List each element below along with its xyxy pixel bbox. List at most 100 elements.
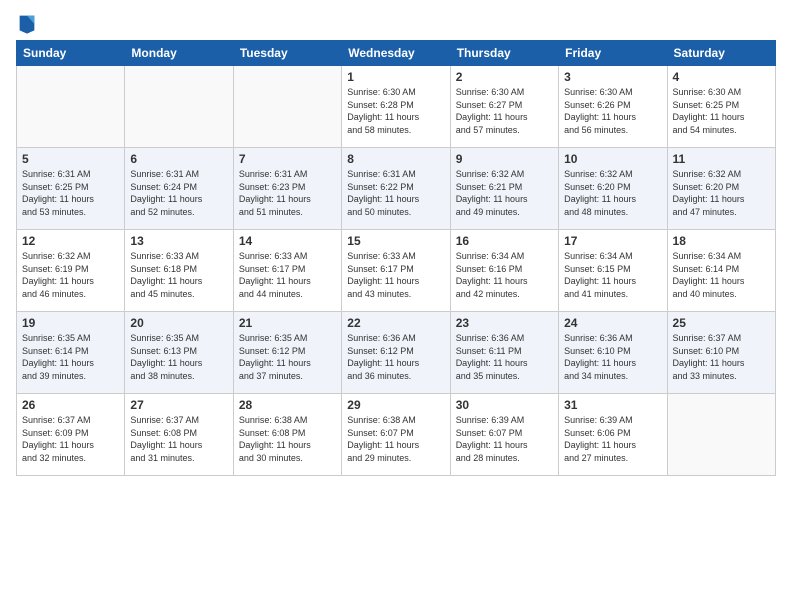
day-info: Sunrise: 6:34 AM Sunset: 6:15 PM Dayligh… xyxy=(564,250,661,300)
weekday-header-wednesday: Wednesday xyxy=(342,41,450,66)
calendar-cell-5-4: 29 Sunrise: 6:38 AM Sunset: 6:07 PM Dayli… xyxy=(342,394,450,476)
page: SundayMondayTuesdayWednesdayThursdayFrid… xyxy=(0,0,792,612)
day-number: 22 xyxy=(347,316,444,330)
day-number: 16 xyxy=(456,234,553,248)
day-number: 8 xyxy=(347,152,444,166)
calendar-row-2: 5 Sunrise: 6:31 AM Sunset: 6:25 PM Daylig… xyxy=(17,148,776,230)
calendar-cell-1-3 xyxy=(233,66,341,148)
day-info: Sunrise: 6:37 AM Sunset: 6:09 PM Dayligh… xyxy=(22,414,119,464)
day-number: 10 xyxy=(564,152,661,166)
day-number: 4 xyxy=(673,70,770,84)
day-number: 13 xyxy=(130,234,227,248)
weekday-header-friday: Friday xyxy=(559,41,667,66)
logo-icon xyxy=(18,12,36,34)
day-info: Sunrise: 6:39 AM Sunset: 6:06 PM Dayligh… xyxy=(564,414,661,464)
calendar-cell-1-1 xyxy=(17,66,125,148)
calendar-cell-3-5: 16 Sunrise: 6:34 AM Sunset: 6:16 PM Dayli… xyxy=(450,230,558,312)
calendar-cell-3-7: 18 Sunrise: 6:34 AM Sunset: 6:14 PM Dayli… xyxy=(667,230,775,312)
day-info: Sunrise: 6:37 AM Sunset: 6:10 PM Dayligh… xyxy=(673,332,770,382)
calendar-cell-4-5: 23 Sunrise: 6:36 AM Sunset: 6:11 PM Dayli… xyxy=(450,312,558,394)
calendar-cell-3-4: 15 Sunrise: 6:33 AM Sunset: 6:17 PM Dayli… xyxy=(342,230,450,312)
day-info: Sunrise: 6:32 AM Sunset: 6:20 PM Dayligh… xyxy=(564,168,661,218)
day-info: Sunrise: 6:30 AM Sunset: 6:28 PM Dayligh… xyxy=(347,86,444,136)
day-number: 15 xyxy=(347,234,444,248)
calendar-cell-1-2 xyxy=(125,66,233,148)
calendar-cell-1-6: 3Sunrise: 6:30 AM Sunset: 6:26 PM Daylig… xyxy=(559,66,667,148)
calendar-cell-4-7: 25 Sunrise: 6:37 AM Sunset: 6:10 PM Dayli… xyxy=(667,312,775,394)
calendar-cell-5-6: 31Sunrise: 6:39 AM Sunset: 6:06 PM Dayli… xyxy=(559,394,667,476)
weekday-header-saturday: Saturday xyxy=(667,41,775,66)
day-number: 17 xyxy=(564,234,661,248)
day-number: 27 xyxy=(130,398,227,412)
calendar-table: SundayMondayTuesdayWednesdayThursdayFrid… xyxy=(16,40,776,476)
calendar-cell-2-1: 5 Sunrise: 6:31 AM Sunset: 6:25 PM Daylig… xyxy=(17,148,125,230)
day-number: 26 xyxy=(22,398,119,412)
calendar-row-1: 1 Sunrise: 6:30 AM Sunset: 6:28 PM Daylig… xyxy=(17,66,776,148)
calendar-cell-4-2: 20Sunrise: 6:35 AM Sunset: 6:13 PM Dayli… xyxy=(125,312,233,394)
weekday-header-thursday: Thursday xyxy=(450,41,558,66)
calendar-cell-3-2: 13Sunrise: 6:33 AM Sunset: 6:18 PM Dayli… xyxy=(125,230,233,312)
weekday-header-sunday: Sunday xyxy=(17,41,125,66)
day-number: 11 xyxy=(673,152,770,166)
day-number: 7 xyxy=(239,152,336,166)
calendar-row-4: 19 Sunrise: 6:35 AM Sunset: 6:14 PM Dayli… xyxy=(17,312,776,394)
day-number: 6 xyxy=(130,152,227,166)
weekday-header-monday: Monday xyxy=(125,41,233,66)
header xyxy=(16,10,776,34)
weekday-header-tuesday: Tuesday xyxy=(233,41,341,66)
day-info: Sunrise: 6:32 AM Sunset: 6:21 PM Dayligh… xyxy=(456,168,553,218)
day-info: Sunrise: 6:32 AM Sunset: 6:20 PM Dayligh… xyxy=(673,168,770,218)
day-number: 28 xyxy=(239,398,336,412)
day-info: Sunrise: 6:31 AM Sunset: 6:22 PM Dayligh… xyxy=(347,168,444,218)
calendar-cell-1-5: 2Sunrise: 6:30 AM Sunset: 6:27 PM Daylig… xyxy=(450,66,558,148)
day-number: 23 xyxy=(456,316,553,330)
day-info: Sunrise: 6:31 AM Sunset: 6:23 PM Dayligh… xyxy=(239,168,336,218)
day-info: Sunrise: 6:35 AM Sunset: 6:12 PM Dayligh… xyxy=(239,332,336,382)
calendar-cell-4-4: 22 Sunrise: 6:36 AM Sunset: 6:12 PM Dayli… xyxy=(342,312,450,394)
logo xyxy=(16,14,36,34)
day-info: Sunrise: 6:31 AM Sunset: 6:25 PM Dayligh… xyxy=(22,168,119,218)
day-number: 14 xyxy=(239,234,336,248)
calendar-cell-5-5: 30 Sunrise: 6:39 AM Sunset: 6:07 PM Dayli… xyxy=(450,394,558,476)
day-number: 12 xyxy=(22,234,119,248)
day-info: Sunrise: 6:31 AM Sunset: 6:24 PM Dayligh… xyxy=(130,168,227,218)
day-info: Sunrise: 6:35 AM Sunset: 6:14 PM Dayligh… xyxy=(22,332,119,382)
day-info: Sunrise: 6:34 AM Sunset: 6:14 PM Dayligh… xyxy=(673,250,770,300)
day-number: 24 xyxy=(564,316,661,330)
day-info: Sunrise: 6:34 AM Sunset: 6:16 PM Dayligh… xyxy=(456,250,553,300)
day-info: Sunrise: 6:36 AM Sunset: 6:11 PM Dayligh… xyxy=(456,332,553,382)
day-info: Sunrise: 6:33 AM Sunset: 6:17 PM Dayligh… xyxy=(347,250,444,300)
calendar-cell-4-3: 21 Sunrise: 6:35 AM Sunset: 6:12 PM Dayli… xyxy=(233,312,341,394)
calendar-cell-3-1: 12 Sunrise: 6:32 AM Sunset: 6:19 PM Dayli… xyxy=(17,230,125,312)
calendar-cell-2-5: 9 Sunrise: 6:32 AM Sunset: 6:21 PM Daylig… xyxy=(450,148,558,230)
day-number: 19 xyxy=(22,316,119,330)
calendar-cell-2-2: 6 Sunrise: 6:31 AM Sunset: 6:24 PM Daylig… xyxy=(125,148,233,230)
calendar-row-5: 26 Sunrise: 6:37 AM Sunset: 6:09 PM Dayli… xyxy=(17,394,776,476)
day-info: Sunrise: 6:32 AM Sunset: 6:19 PM Dayligh… xyxy=(22,250,119,300)
calendar-cell-5-1: 26 Sunrise: 6:37 AM Sunset: 6:09 PM Dayli… xyxy=(17,394,125,476)
calendar-row-3: 12 Sunrise: 6:32 AM Sunset: 6:19 PM Dayli… xyxy=(17,230,776,312)
day-info: Sunrise: 6:36 AM Sunset: 6:12 PM Dayligh… xyxy=(347,332,444,382)
calendar-cell-1-4: 1 Sunrise: 6:30 AM Sunset: 6:28 PM Daylig… xyxy=(342,66,450,148)
day-number: 30 xyxy=(456,398,553,412)
calendar-cell-5-3: 28Sunrise: 6:38 AM Sunset: 6:08 PM Dayli… xyxy=(233,394,341,476)
day-number: 25 xyxy=(673,316,770,330)
day-info: Sunrise: 6:30 AM Sunset: 6:27 PM Dayligh… xyxy=(456,86,553,136)
day-number: 1 xyxy=(347,70,444,84)
calendar-cell-1-7: 4 Sunrise: 6:30 AM Sunset: 6:25 PM Daylig… xyxy=(667,66,775,148)
day-info: Sunrise: 6:37 AM Sunset: 6:08 PM Dayligh… xyxy=(130,414,227,464)
day-info: Sunrise: 6:38 AM Sunset: 6:07 PM Dayligh… xyxy=(347,414,444,464)
day-number: 3 xyxy=(564,70,661,84)
day-info: Sunrise: 6:39 AM Sunset: 6:07 PM Dayligh… xyxy=(456,414,553,464)
day-number: 29 xyxy=(347,398,444,412)
weekday-header-row: SundayMondayTuesdayWednesdayThursdayFrid… xyxy=(17,41,776,66)
day-info: Sunrise: 6:35 AM Sunset: 6:13 PM Dayligh… xyxy=(130,332,227,382)
day-number: 5 xyxy=(22,152,119,166)
day-info: Sunrise: 6:30 AM Sunset: 6:25 PM Dayligh… xyxy=(673,86,770,136)
calendar-cell-3-6: 17 Sunrise: 6:34 AM Sunset: 6:15 PM Dayli… xyxy=(559,230,667,312)
day-number: 21 xyxy=(239,316,336,330)
calendar-cell-4-6: 24Sunrise: 6:36 AM Sunset: 6:10 PM Dayli… xyxy=(559,312,667,394)
calendar-cell-2-6: 10 Sunrise: 6:32 AM Sunset: 6:20 PM Dayli… xyxy=(559,148,667,230)
day-number: 18 xyxy=(673,234,770,248)
day-number: 9 xyxy=(456,152,553,166)
